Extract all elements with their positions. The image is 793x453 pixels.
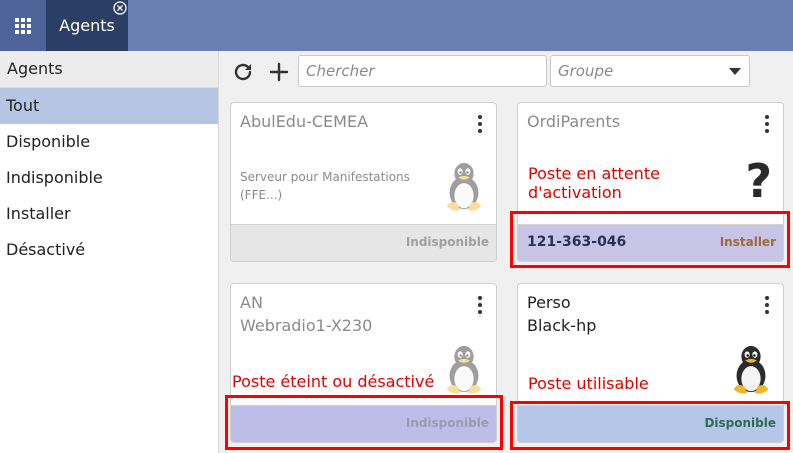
tux-icon (446, 345, 482, 394)
status-badge: Indisponible (405, 235, 489, 249)
annotation-attente: Poste en attente d'activation (528, 164, 660, 202)
search-placeholder: Chercher (306, 62, 375, 80)
more-vert-icon[interactable] (477, 296, 483, 316)
agent-name: Perso (527, 293, 571, 312)
highlight-box-disponible (510, 401, 790, 450)
highlight-box-installer (510, 211, 790, 268)
agent-card-abuledu[interactable]: AbulEdu-CEMEA Serveur pour Manifestation… (230, 102, 497, 262)
agent-name: AbulEdu-CEMEA (240, 112, 369, 131)
sidebar-header: Agents (0, 51, 218, 88)
annotation-attente-line1: Poste en attente (528, 164, 660, 183)
refresh-icon[interactable] (231, 60, 255, 84)
agent-name: OrdiParents (527, 112, 621, 131)
close-icon[interactable] (113, 1, 127, 15)
top-bar: Agents (0, 0, 793, 51)
sidebar-item-disponible[interactable]: Disponible (0, 124, 218, 160)
more-vert-icon[interactable] (477, 115, 483, 135)
tux-icon (446, 162, 482, 211)
agent-host: Webradio1-X230 (240, 316, 373, 335)
tab-agents[interactable]: Agents (46, 0, 128, 51)
sidebar-item-tout[interactable]: Tout (0, 88, 218, 124)
annotation-attente-line2: d'activation (528, 183, 622, 202)
tab-label: Agents (59, 16, 115, 35)
chevron-down-icon (729, 68, 741, 75)
sidebar: Agents Tout Disponible Indisponible Inst… (0, 51, 219, 453)
more-vert-icon[interactable] (764, 115, 770, 135)
annotation-eteint: Poste éteint ou désactivé (232, 372, 435, 391)
card-footer: Indisponible (231, 224, 496, 261)
annotation-utilisable: Poste utilisable (528, 374, 649, 393)
sidebar-item-indisponible[interactable]: Indisponible (0, 160, 218, 196)
app-grid-button[interactable] (0, 0, 46, 51)
group-placeholder: Groupe (558, 62, 614, 80)
agent-host: Black-hp (527, 316, 597, 335)
more-vert-icon[interactable] (764, 296, 770, 316)
agent-name: AN (240, 293, 263, 312)
tux-icon (733, 345, 769, 394)
sidebar-item-installer[interactable]: Installer (0, 196, 218, 232)
plus-icon[interactable] (267, 60, 291, 84)
highlight-box-indisponible (225, 395, 503, 450)
sidebar-item-desactive[interactable]: Désactivé (0, 232, 218, 268)
agent-description: Serveur pour Manifestations (FFE...) (240, 170, 410, 202)
question-icon: ? (745, 154, 772, 208)
group-select[interactable]: Groupe (550, 55, 750, 87)
search-input[interactable]: Chercher (298, 55, 547, 87)
grid-icon (15, 17, 31, 34)
